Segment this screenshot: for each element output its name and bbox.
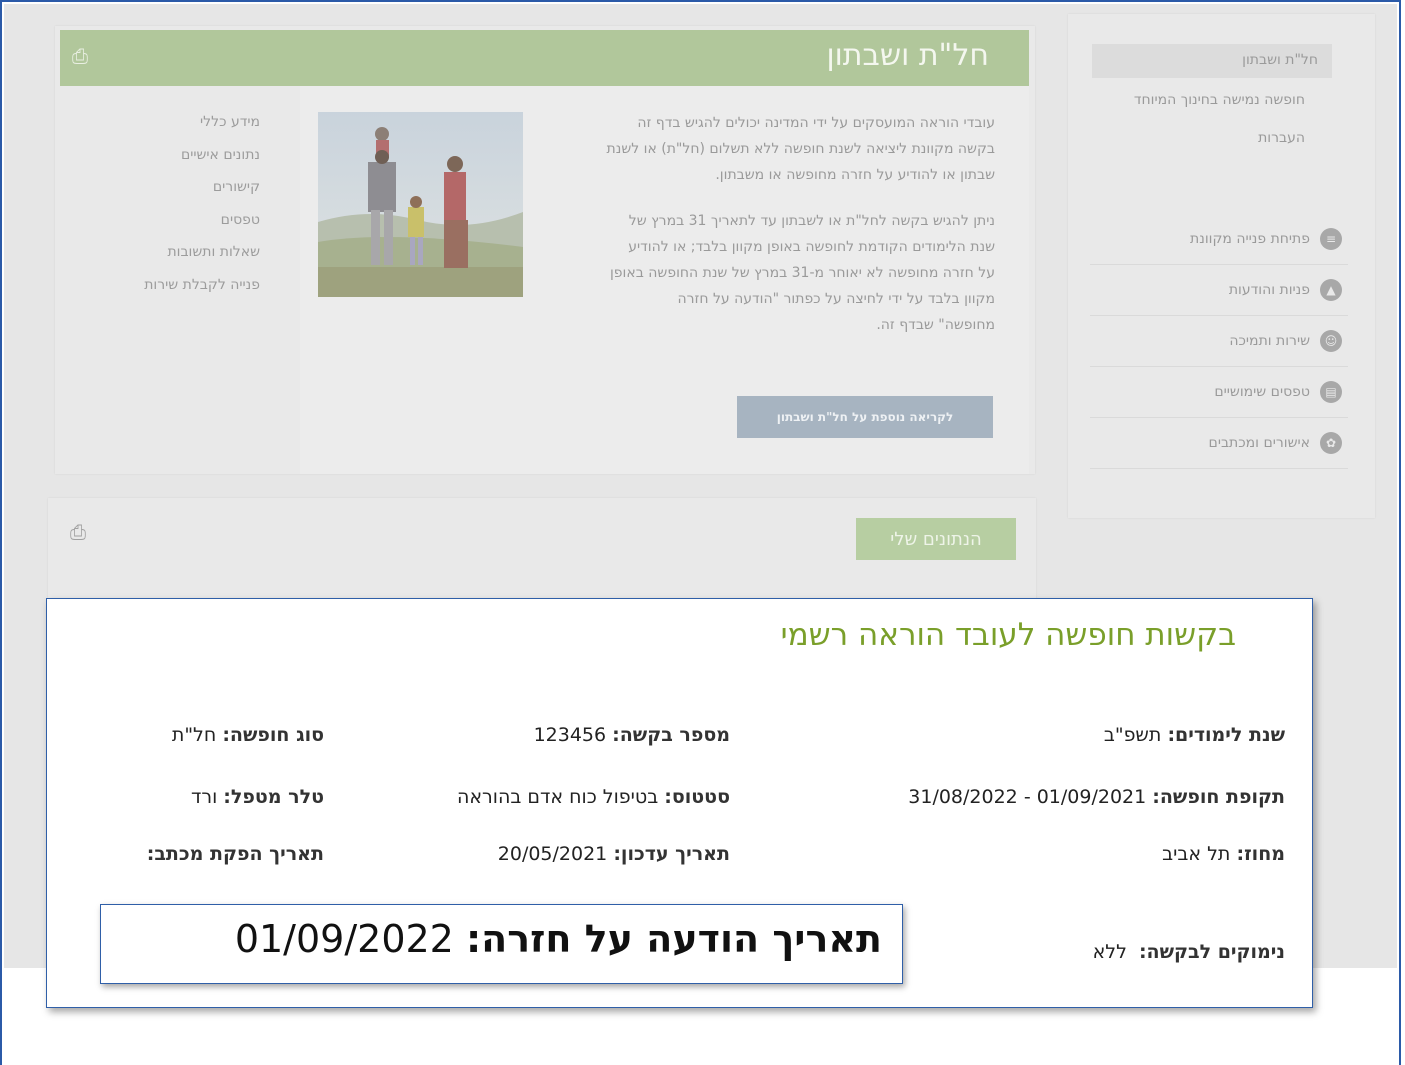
field-label: נימוקים לבקשה: xyxy=(1138,941,1285,963)
sidebar-item-label: שירות ותמיכה xyxy=(1229,333,1310,349)
family-photo xyxy=(318,112,523,297)
field-label: תקופת חופשה: xyxy=(1152,786,1285,808)
field-label: טלר מטפל: xyxy=(223,786,324,808)
field-value: תשפ"ב xyxy=(1103,724,1162,746)
forms-icon: ▤ xyxy=(1320,381,1342,403)
sidebar-item-inbox[interactable]: ▲ פניות והודעות xyxy=(1090,265,1348,316)
sidebar-item-certificates[interactable]: ✿ אישורים ומכתבים xyxy=(1090,418,1348,469)
district-field: מחוז: תל אביב xyxy=(1162,843,1285,865)
left-menu: מידע כללי נתונים אישיים קישורים טפסים שא… xyxy=(55,106,260,301)
field-label: סוג חופשה: xyxy=(222,724,324,746)
field-value: 20/05/2021 xyxy=(497,843,608,865)
field-label: מחוז: xyxy=(1236,843,1285,865)
return-date-label: תאריך הודעה על חזרה: xyxy=(465,917,882,961)
school-year-field: שנת לימודים: תשפ"ב xyxy=(1104,724,1285,746)
field-value: 123456 xyxy=(533,724,607,746)
sidebar: חל"ת ושבתון חופשה נמישה בחינוך המיוחד הע… xyxy=(1068,14,1375,518)
read-more-button[interactable]: לקריאה נוספת על חל"ת ושבתון xyxy=(737,396,993,438)
sidebar-link-special-ed[interactable]: חופשה נמישה בחינוך המיוחד xyxy=(1134,92,1305,108)
status-field: סטטוס: בטיפול כוח אדם בהוראה xyxy=(457,786,730,808)
main-card: חל"ת ושבתון ⎙ מידע כללי נתונים אישיים קי… xyxy=(55,26,1035,474)
update-date-field: תאריך עדכון: 20/05/2021 xyxy=(498,843,730,865)
return-date-value: 01/09/2022 xyxy=(234,917,454,961)
paragraph-line: שבתון או להודיע על חזרה מחופשה או משבתון… xyxy=(715,167,995,183)
letter-date-field: תאריך הפקת מכתב: xyxy=(147,843,324,865)
field-value: תל אביב xyxy=(1162,843,1231,865)
request-number-field: מספר בקשה: 123456 xyxy=(534,724,730,746)
paragraph-line: מקוון בלבד על ידי לחיצה על כפתור "הודעה … xyxy=(677,291,995,307)
field-value: בטיפול כוח אדם בהוראה xyxy=(456,786,659,808)
support-icon: ☺ xyxy=(1320,330,1342,352)
field-value: חל"ת xyxy=(171,724,217,746)
page-title: חל"ת ושבתון xyxy=(826,38,989,73)
return-date-field: תאריך הודעה על חזרה: 01/09/2022 xyxy=(235,917,882,961)
sidebar-item-label: אישורים ומכתבים xyxy=(1208,435,1310,451)
sidebar-item-label: טפסים שימושיים xyxy=(1214,384,1310,400)
my-data-label: הנתונים שלי xyxy=(890,528,982,550)
popup-title: בקשות חופשה לעובד הוראה רשמי xyxy=(780,617,1236,653)
menu-links[interactable]: קישורים xyxy=(55,171,260,204)
field-label: תאריך עדכון: xyxy=(613,843,730,865)
chat-icon: ≡ xyxy=(1320,228,1342,250)
certificate-icon: ✿ xyxy=(1320,432,1342,454)
field-value: ורד xyxy=(190,786,218,808)
info-paragraph: ניתן להגיש בקשה לחל"ת או לשבתון עד לתארי… xyxy=(535,208,995,338)
field-label: מספר בקשה: xyxy=(612,724,730,746)
paragraph-line: ניתן להגיש בקשה לחל"ת או לשבתון עד לתארי… xyxy=(628,213,995,229)
leave-period-field: תקופת חופשה: 31/08/2022 - 01/09/2021 xyxy=(908,786,1285,808)
menu-personal-data[interactable]: נתונים אישיים xyxy=(55,139,260,172)
reasons-field: נימוקים לבקשה: ללא xyxy=(1093,941,1285,963)
paragraph-line: שנת הלימודים הקודמת לחופשה באופן מקוון ב… xyxy=(628,239,995,255)
sidebar-item-label: חל"ת ושבתון xyxy=(1242,52,1318,68)
sidebar-item-active[interactable]: חל"ת ושבתון xyxy=(1092,44,1332,78)
sidebar-item-label: פתיחת פנייה מקוונת xyxy=(1190,231,1310,247)
field-value: ללא xyxy=(1092,941,1127,963)
sidebar-nav: ≡ פתיחת פנייה מקוונת ▲ פניות והודעות ☺ ש… xyxy=(1090,214,1348,469)
print-icon[interactable]: ⎙ xyxy=(70,520,86,544)
leave-type-field: סוג חופשה: חל"ת xyxy=(172,724,324,746)
return-date-box: תאריך הודעה על חזרה: 01/09/2022 xyxy=(100,904,903,984)
field-label: תאריך הפקת מכתב: xyxy=(146,843,324,865)
field-value: 31/08/2022 - 01/09/2021 xyxy=(908,786,1147,808)
sidebar-item-label: פניות והודעות xyxy=(1228,282,1310,298)
leave-request-popup: בקשות חופשה לעובד הוראה רשמי שנת לימודים… xyxy=(46,598,1313,1008)
field-label: סטטוס: xyxy=(664,786,730,808)
paragraph-line: בקשה מקוונת ליציאה לשנת חופשה ללא תשלום … xyxy=(606,141,995,157)
sidebar-item-online-request[interactable]: ≡ פתיחת פנייה מקוונת xyxy=(1090,214,1348,265)
my-data-button[interactable]: הנתונים שלי xyxy=(856,518,1016,560)
sidebar-link-transfers[interactable]: העברות xyxy=(1258,130,1305,146)
sidebar-item-support[interactable]: ☺ שירות ותמיכה xyxy=(1090,316,1348,367)
intro-paragraph: עובדי הוראה המועסקים על ידי המדינה יכולי… xyxy=(535,110,995,188)
paragraph-line: על חזרה מחופשה לא יאוחר מ-31 במרץ של שנת… xyxy=(609,265,995,281)
paragraph-line: מחופשה" שבדף זה. xyxy=(876,317,995,333)
menu-general-info[interactable]: מידע כללי xyxy=(55,106,260,139)
paragraph-line: עובדי הוראה המועסקים על ידי המדינה יכולי… xyxy=(637,115,995,131)
main-header: חל"ת ושבתון ⎙ xyxy=(60,30,1029,86)
print-icon[interactable]: ⎙ xyxy=(72,44,88,68)
menu-service-request[interactable]: פנייה לקבלת שירות xyxy=(55,269,260,302)
field-label: שנת לימודים: xyxy=(1167,724,1285,746)
menu-faq[interactable]: שאלות ותשובות xyxy=(55,236,260,269)
menu-forms[interactable]: טפסים xyxy=(55,204,260,237)
handler-field: טלר מטפל: ורד xyxy=(191,786,324,808)
sidebar-item-forms[interactable]: ▤ טפסים שימושיים xyxy=(1090,367,1348,418)
read-more-label: לקריאה נוספת על חל"ת ושבתון xyxy=(776,410,954,424)
inbox-icon: ▲ xyxy=(1320,279,1342,301)
